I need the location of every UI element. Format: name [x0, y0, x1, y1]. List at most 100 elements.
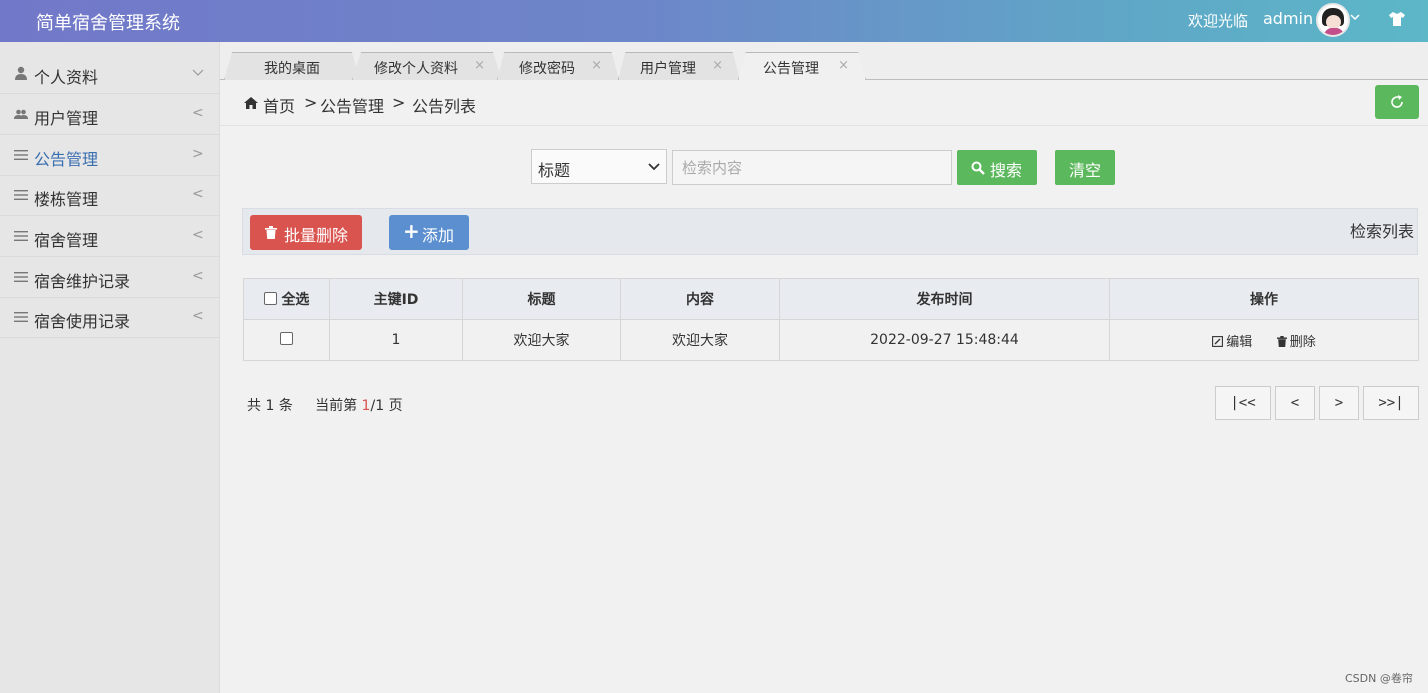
edit-label: 编辑 — [1226, 334, 1253, 350]
list-icon — [14, 150, 28, 160]
table-header-row: 全选 主键ID 标题 内容 发布时间 操作 — [243, 278, 1419, 320]
close-icon[interactable]: × — [474, 58, 485, 73]
list-title: 检索列表 — [1350, 222, 1415, 241]
welcome-text: 欢迎光临 — [1188, 12, 1249, 30]
trash-icon — [1276, 335, 1287, 347]
sidebar-arrow: < — [192, 227, 204, 243]
select-value: 标题 — [538, 161, 571, 180]
first-page-button[interactable]: |<< — [1215, 386, 1271, 420]
cell-time: 2022-09-27 15:48:44 — [779, 319, 1110, 361]
tab-label: 用户管理 — [640, 61, 696, 77]
avatar[interactable] — [1316, 3, 1350, 37]
sidebar-item-label: 楼栋管理 — [34, 190, 99, 209]
batch-delete-button[interactable]: 批量删除 — [250, 215, 362, 250]
sidebar-item-buildings[interactable]: 楼栋管理 < — [0, 176, 220, 216]
top-header: 简单宿舍管理系统 欢迎光临 admin — [0, 0, 1428, 42]
close-icon[interactable]: × — [712, 58, 723, 73]
cell-title: 欢迎大家 — [462, 319, 621, 361]
chevron-down-icon[interactable] — [1350, 12, 1360, 22]
sidebar-arrow: < — [192, 105, 204, 121]
total-suffix: 条 — [278, 398, 293, 414]
column-header: 主键ID — [329, 278, 463, 320]
sidebar: 个人资料 用户管理 < 公告管理 > 楼栋管理 < 宿舍管理 < 宿舍维护记录 … — [0, 42, 220, 693]
users-icon — [14, 109, 28, 119]
sidebar-arrow: < — [192, 308, 204, 324]
tab-bar: 我的桌面 修改个人资料 × 修改密码 × 用户管理 × 公告管理 × — [220, 42, 1428, 80]
table-row: 1 欢迎大家 欢迎大家 2022-09-27 15:48:44 编辑 删除 — [243, 319, 1419, 361]
home-icon — [244, 97, 258, 109]
search-button[interactable]: 搜索 — [957, 150, 1037, 185]
breadcrumb: 首页 > 公告管理 > 公告列表 — [220, 80, 1428, 126]
chevron-down-icon — [192, 69, 204, 76]
sidebar-item-profile[interactable]: 个人资料 — [0, 54, 220, 94]
edit-link[interactable]: 编辑 — [1212, 331, 1252, 350]
row-checkbox[interactable] — [280, 332, 293, 345]
search-icon — [971, 161, 985, 175]
tab-desktop[interactable]: 我的桌面 — [224, 52, 360, 80]
search-button-label: 搜索 — [990, 161, 1023, 180]
clear-button-label: 清空 — [1068, 161, 1101, 180]
sidebar-item-users[interactable]: 用户管理 < — [0, 95, 220, 135]
prev-page-button[interactable]: < — [1275, 386, 1315, 420]
main-content: 首页 > 公告管理 > 公告列表 标题 搜索 清空 批量删除 + 添加 检索列表 — [220, 80, 1428, 693]
announcement-table: 全选 主键ID 标题 内容 发布时间 操作 1 欢迎大家 欢迎大家 2022-0… — [243, 278, 1419, 361]
cell-actions: 编辑 删除 — [1109, 319, 1419, 361]
watermark: CSDN @卷帘 — [1345, 672, 1413, 685]
add-button[interactable]: + 添加 — [389, 215, 469, 250]
sidebar-item-label: 宿舍维护记录 — [34, 272, 131, 291]
current-prefix: 当前第 — [315, 398, 358, 414]
delete-label: 删除 — [1289, 334, 1316, 350]
app-title: 简单宿舍管理系统 — [36, 13, 180, 34]
select-all-label: 全选 — [281, 292, 310, 308]
refresh-icon — [1391, 95, 1403, 108]
column-header: 内容 — [620, 278, 780, 320]
close-icon[interactable]: × — [591, 58, 602, 73]
breadcrumb-level1[interactable]: 公告管理 — [320, 93, 384, 117]
sidebar-item-usage[interactable]: 宿舍使用记录 < — [0, 298, 220, 338]
search-field-select[interactable]: 标题 — [531, 149, 667, 184]
tab-user-management[interactable]: 用户管理 × — [618, 52, 740, 80]
tab-label: 修改个人资料 — [374, 61, 458, 77]
delete-link[interactable]: 删除 — [1276, 331, 1316, 350]
pagination-info: 共 1 条 当前第 1/1 页 — [247, 395, 403, 415]
last-page-button[interactable]: >>| — [1363, 386, 1419, 420]
column-header: 发布时间 — [779, 278, 1110, 320]
breadcrumb-separator: > — [392, 93, 406, 112]
sidebar-item-label: 公告管理 — [34, 150, 99, 169]
tab-label: 修改密码 — [519, 61, 575, 77]
tab-label: 我的桌面 — [264, 61, 320, 77]
list-icon — [14, 272, 28, 282]
cell-content: 欢迎大家 — [620, 319, 780, 361]
total-prefix: 共 — [247, 398, 261, 414]
sidebar-arrow: < — [192, 268, 204, 284]
column-header: 操作 — [1109, 278, 1419, 320]
select-all-checkbox[interactable] — [263, 292, 277, 305]
refresh-button[interactable] — [1375, 85, 1419, 119]
sidebar-item-label: 个人资料 — [34, 68, 99, 87]
plus-icon: + — [403, 219, 420, 243]
clear-button[interactable]: 清空 — [1055, 150, 1115, 185]
next-page-button[interactable]: > — [1319, 386, 1359, 420]
breadcrumb-home[interactable]: 首页 — [263, 93, 295, 117]
edit-icon — [1212, 335, 1224, 347]
sidebar-item-label: 宿舍使用记录 — [34, 312, 131, 331]
column-header: 标题 — [462, 278, 621, 320]
username[interactable]: admin — [1263, 9, 1313, 28]
tab-change-password[interactable]: 修改密码 × — [497, 52, 619, 80]
batch-delete-label: 批量删除 — [284, 226, 349, 245]
tab-edit-profile[interactable]: 修改个人资料 × — [352, 52, 502, 80]
chevron-down-icon — [648, 163, 660, 171]
close-icon[interactable]: × — [838, 58, 849, 73]
sidebar-item-announcements[interactable]: 公告管理 > — [0, 136, 220, 176]
page-count: 1 — [375, 398, 385, 414]
sidebar-arrow: > — [192, 146, 204, 162]
tab-announcements[interactable]: 公告管理 × — [738, 52, 866, 80]
list-toolbar: 批量删除 + 添加 检索列表 — [242, 208, 1418, 255]
sidebar-item-dorms[interactable]: 宿舍管理 < — [0, 217, 220, 257]
shirt-icon[interactable] — [1388, 11, 1406, 27]
sidebar-item-maintenance[interactable]: 宿舍维护记录 < — [0, 258, 220, 298]
select-all-header[interactable]: 全选 — [243, 278, 330, 320]
search-input[interactable] — [672, 150, 952, 185]
tab-label: 公告管理 — [763, 61, 819, 77]
list-icon — [14, 190, 28, 200]
